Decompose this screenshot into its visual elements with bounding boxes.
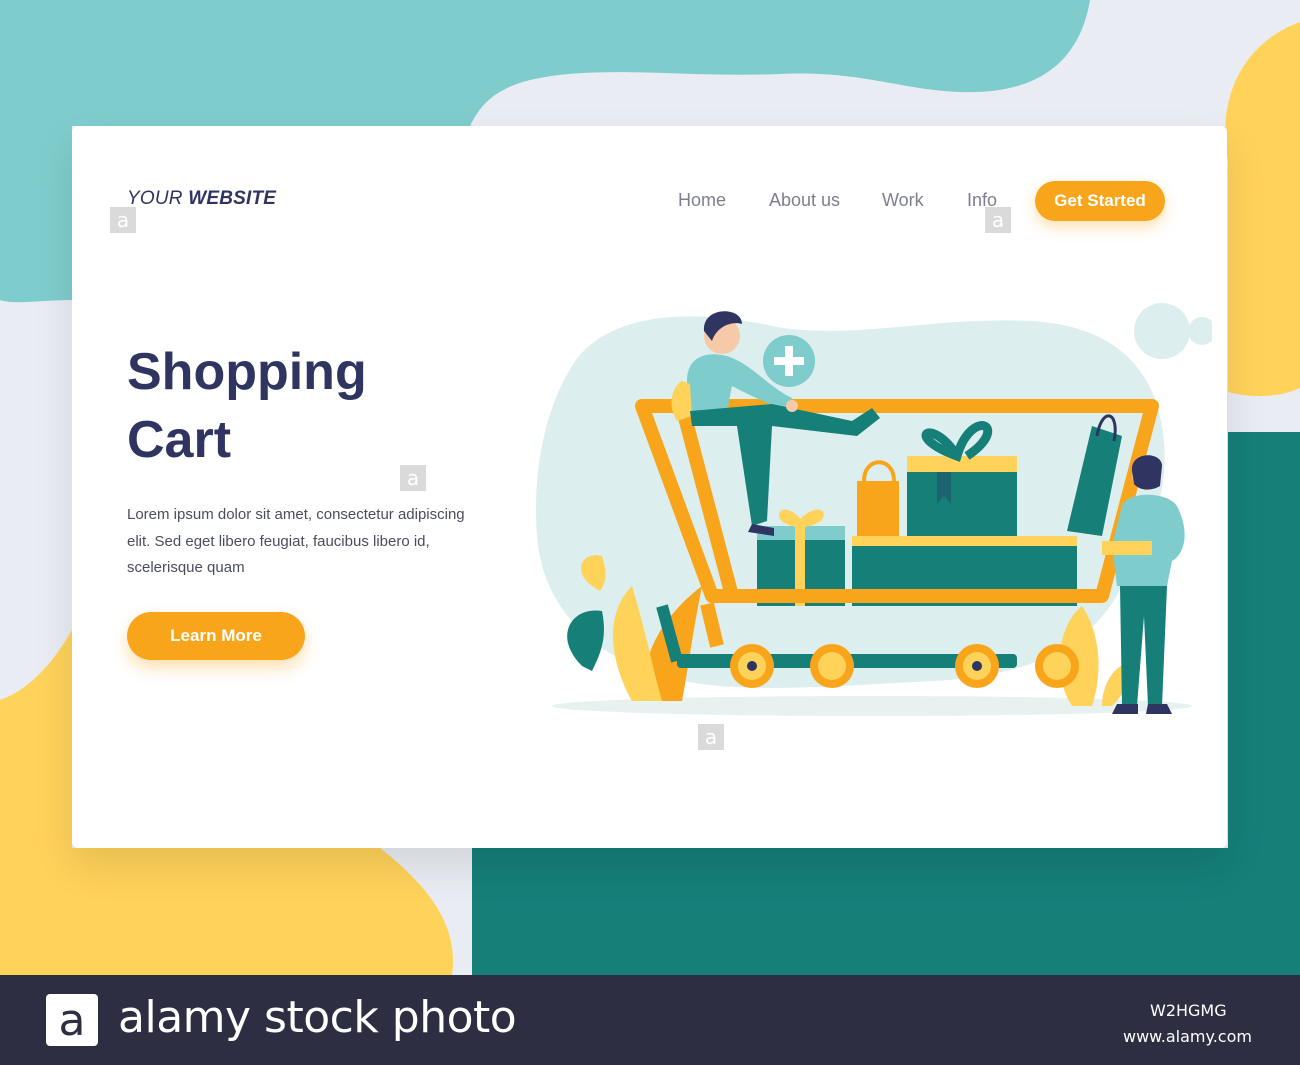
nav-home[interactable]: Home [678, 190, 726, 211]
nav-work[interactable]: Work [882, 190, 924, 211]
page-title: Shopping Cart [127, 338, 447, 474]
watermark-tile: a [400, 465, 426, 491]
landing-card: YOUR WEBSITE Home About us Work Info Get… [72, 126, 1227, 848]
title-line-2: Cart [127, 411, 232, 469]
footer-brand: alamy stock photo [118, 992, 517, 1043]
get-started-button[interactable]: Get Started [1035, 181, 1165, 221]
logo-suffix: WEBSITE [188, 188, 277, 209]
learn-more-button[interactable]: Learn More [127, 612, 305, 660]
hero-description: Lorem ipsum dolor sit amet, consectetur … [127, 506, 465, 576]
footer-url[interactable]: www.alamy.com [1123, 1027, 1252, 1046]
watermark-tile: a [698, 724, 724, 750]
site-logo[interactable]: YOUR WEBSITE [127, 188, 276, 210]
backdrop-dot-2 [1188, 317, 1212, 345]
plus-icon [763, 335, 815, 387]
backdrop-dot-1 [1134, 303, 1190, 359]
logo-prefix: YOUR [127, 188, 183, 209]
alamy-logo-icon: a [46, 994, 98, 1046]
watermark-tile: a [110, 207, 136, 233]
title-line-1: Shopping [127, 343, 367, 401]
shopping-cart-illustration [536, 303, 1212, 716]
nav-about-us[interactable]: About us [769, 190, 840, 211]
image-code: W2HGMG [1150, 1001, 1227, 1020]
yellow-blob-right [1225, 22, 1300, 397]
watermark-tile: a [985, 207, 1011, 233]
